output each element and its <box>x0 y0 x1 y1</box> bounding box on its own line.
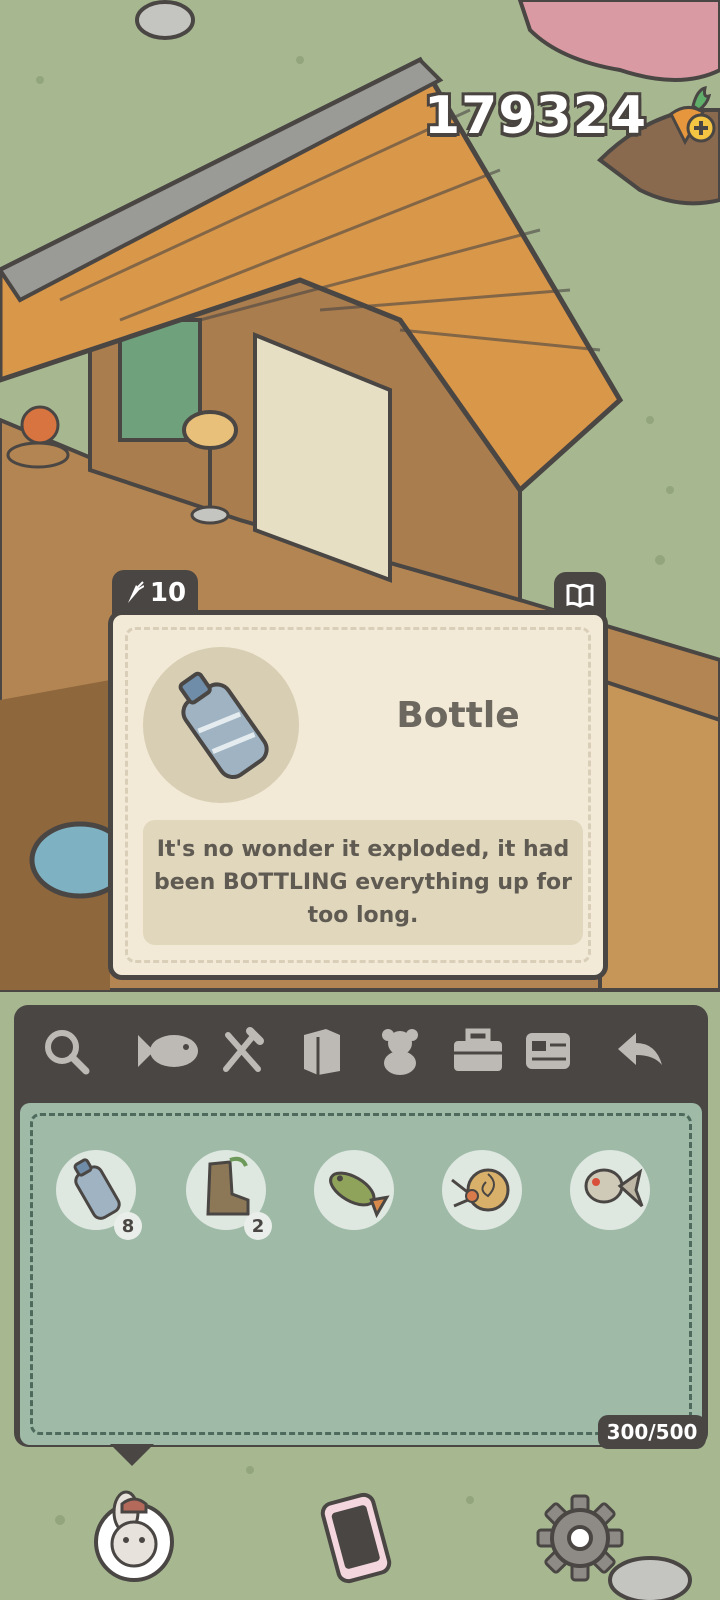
tab-tools[interactable] <box>448 1021 508 1081</box>
inventory-tab-bar <box>14 1005 708 1101</box>
carrot-count: 179324 <box>424 86 648 146</box>
perch-icon <box>329 1171 390 1219</box>
item-name: Bottle <box>396 695 520 736</box>
magnifier-icon <box>45 1030 90 1075</box>
book-icon <box>566 583 594 608</box>
nav-phone-button[interactable] <box>308 1490 404 1586</box>
phone-icon <box>320 1492 392 1584</box>
item-description: It's no wonder it exploded, it had been … <box>154 837 572 928</box>
nav-settings-button[interactable] <box>532 1490 628 1586</box>
tab-fish[interactable] <box>132 1021 202 1081</box>
goldfish-icon <box>584 1168 644 1208</box>
book-icon <box>304 1029 340 1075</box>
bottle-icon <box>178 671 269 780</box>
fish-icon <box>138 1035 198 1067</box>
tab-books[interactable] <box>292 1021 352 1081</box>
inventory-slot-hermit-crab[interactable] <box>442 1150 522 1230</box>
carrot-counter: 179324 <box>424 84 720 148</box>
carrot-plus-icon <box>669 85 716 146</box>
inventory-slot-old-boot[interactable]: 2 <box>186 1150 272 1240</box>
tab-search[interactable] <box>36 1021 96 1081</box>
tab-food[interactable] <box>212 1021 272 1081</box>
item-portrait <box>143 647 299 803</box>
inventory-slot-goldfish[interactable] <box>570 1150 650 1230</box>
toolbox-icon <box>454 1028 502 1071</box>
inventory-capacity: 300/500 <box>598 1415 706 1449</box>
tab-back[interactable] <box>610 1021 670 1081</box>
item-info-card: Bottle It's no wonder it exploded, it ha… <box>108 610 608 980</box>
gear-icon <box>536 1494 624 1582</box>
panel-pointer <box>110 1444 154 1466</box>
bunny-profile-icon <box>94 1490 174 1582</box>
back-arrow-icon <box>618 1033 662 1065</box>
fork-knife-icon <box>223 1027 264 1072</box>
item-count: 2 <box>244 1212 272 1240</box>
tab-toys[interactable] <box>370 1021 430 1081</box>
inventory-slot-bottle[interactable]: 8 <box>56 1150 142 1240</box>
nav-profile-button[interactable] <box>86 1490 182 1586</box>
inventory-slot-perch[interactable] <box>314 1150 394 1230</box>
add-carrots-button[interactable] <box>657 84 720 148</box>
hermit-crab-icon <box>451 1168 510 1212</box>
item-description-box: It's no wonder it exploded, it had been … <box>143 820 583 945</box>
tab-cards[interactable] <box>518 1021 578 1081</box>
item-count: 8 <box>114 1212 142 1240</box>
card-icon <box>526 1033 570 1069</box>
carrot-icon <box>127 581 144 603</box>
teddy-bear-icon <box>382 1029 418 1075</box>
item-cost: 10 <box>149 578 187 608</box>
